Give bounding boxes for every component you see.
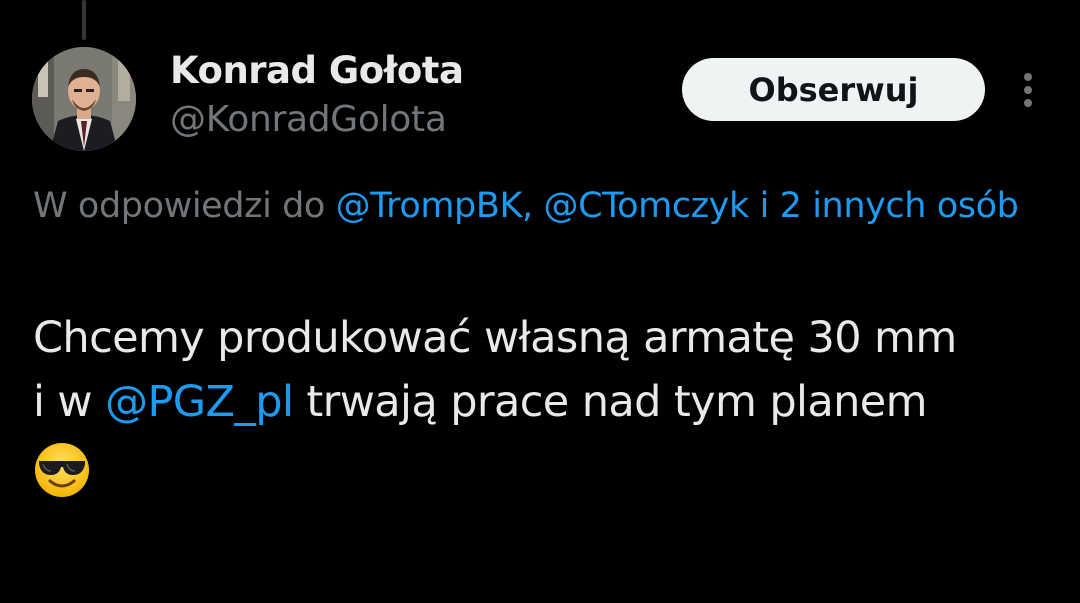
thread-connector-line (82, 0, 86, 40)
author-display-name[interactable]: Konrad Gołota (170, 48, 464, 94)
author-handle[interactable]: @KonradGolota (170, 94, 463, 146)
smiling-face-with-sunglasses-icon (33, 441, 91, 499)
tweet-line-2-prefix: i w (33, 377, 106, 427)
author-avatar[interactable] (32, 47, 136, 151)
tweet-line-2: i w @PGZ_pl trwają prace nad tym planem (33, 370, 1053, 434)
reply-others-link[interactable]: i 2 innych osób (760, 186, 1019, 226)
reply-context-prefix: W odpowiedzi do (33, 186, 336, 226)
more-vertical-icon (1024, 73, 1032, 107)
more-options-button[interactable] (1008, 66, 1048, 114)
profile-photo-icon (32, 47, 136, 151)
author-info: Konrad Gołota @KonradGolota (170, 48, 464, 146)
follow-button[interactable]: Obserwuj (682, 58, 985, 121)
tweet-line-3 (33, 434, 1053, 499)
reply-context: W odpowiedzi do @TrompBK, @CTomczyk i 2 … (33, 178, 1048, 234)
reply-mention-trompbk[interactable]: @TrompBK (336, 186, 523, 226)
tweet-body: Chcemy produkować własną armatę 30 mm i … (33, 306, 1053, 499)
reply-mention-separator: , (522, 186, 544, 226)
reply-mention-ctomczyk[interactable]: @CTomczyk (543, 186, 749, 226)
tweet-line-1: Chcemy produkować własną armatę 30 mm (33, 313, 957, 363)
tweet-line-2-suffix: trwają prace nad tym planem (293, 377, 927, 427)
tweet-mention-pgz[interactable]: @PGZ_pl (105, 377, 294, 427)
